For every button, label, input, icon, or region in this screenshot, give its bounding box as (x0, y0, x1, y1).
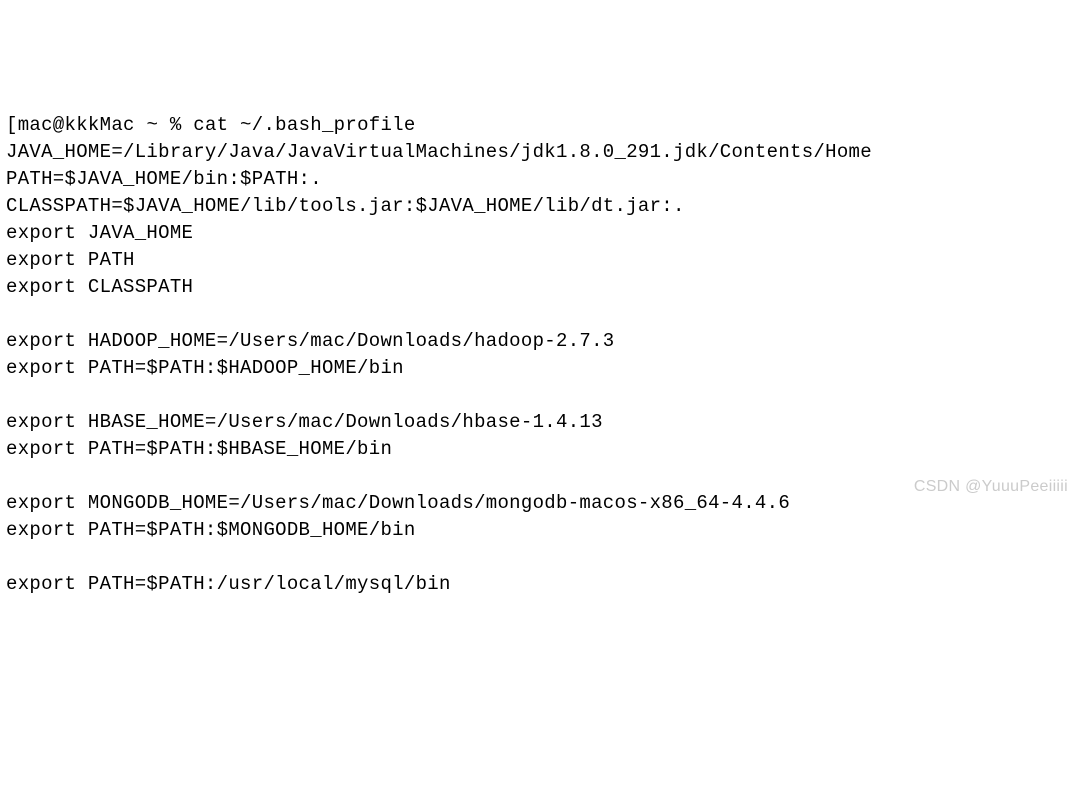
output-line: export PATH=$PATH:$HBASE_HOME/bin (6, 438, 392, 460)
output-line: CLASSPATH=$JAVA_HOME/lib/tools.jar:$JAVA… (6, 195, 685, 217)
output-line: PATH=$JAVA_HOME/bin:$PATH:. (6, 168, 322, 190)
output-line: export PATH (6, 249, 135, 271)
command-text: cat ~/.bash_profile (193, 114, 415, 136)
output-line: export HADOOP_HOME=/Users/mac/Downloads/… (6, 330, 615, 352)
prompt-cwd: ~ (146, 114, 158, 136)
output-line: export PATH=$PATH:/usr/local/mysql/bin (6, 573, 451, 595)
output-line: export CLASSPATH (6, 276, 193, 298)
output-line: export JAVA_HOME (6, 222, 193, 244)
output-line: JAVA_HOME=/Library/Java/JavaVirtualMachi… (6, 141, 872, 163)
terminal-output[interactable]: [mac@kkkMac ~ % cat ~/.bash_profile JAVA… (6, 112, 1072, 598)
prompt-user-host: mac@kkkMac (18, 114, 135, 136)
prompt-bracket: [ (6, 114, 18, 136)
output-line: export HBASE_HOME=/Users/mac/Downloads/h… (6, 411, 603, 433)
output-line: export PATH=$PATH:$HADOOP_HOME/bin (6, 357, 404, 379)
prompt-symbol: % (170, 114, 182, 136)
output-line: export PATH=$PATH:$MONGODB_HOME/bin (6, 519, 416, 541)
output-line: export MONGODB_HOME=/Users/mac/Downloads… (6, 492, 790, 514)
